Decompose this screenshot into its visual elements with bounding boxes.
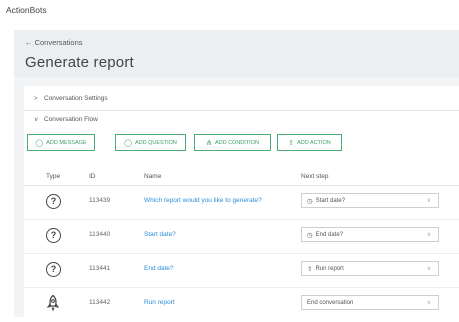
section-label: Conversation Settings <box>44 95 108 102</box>
section-conversation-flow[interactable]: ∨ Conversation Flow <box>34 116 98 123</box>
button-label: ADD CONDITION <box>214 139 259 146</box>
branch-icon: ⋔ <box>206 139 212 147</box>
next-step-value: End conversation <box>307 299 354 306</box>
column-header-type: Type <box>46 173 61 180</box>
clock-icon: ◷ <box>307 197 313 205</box>
table-row: ? 113441 End date? ⇧ Run report ∨ <box>24 254 459 288</box>
table-row: ? 113439 Which report would you like to … <box>24 186 459 220</box>
add-message-button[interactable]: ◯ ADD MESSAGE <box>27 134 95 151</box>
button-label: ADD MESSAGE <box>46 139 87 146</box>
row-name-link[interactable]: End date? <box>144 265 174 272</box>
add-condition-button[interactable]: ⋔ ADD CONDITION <box>194 134 271 151</box>
rocket-icon: ⇧ <box>307 265 313 273</box>
row-id: 113442 <box>89 299 111 306</box>
question-icon: ? <box>46 194 61 209</box>
column-header-name: Name <box>144 173 162 180</box>
table-row: ? 113440 Start date? ◷ End date? ∨ <box>24 220 459 254</box>
add-question-button[interactable]: ◯ ADD QUESTION <box>115 134 186 151</box>
next-step-select[interactable]: ◷ End date? ∨ <box>301 227 439 242</box>
add-action-button[interactable]: ⇧ ADD ACTION <box>277 134 342 151</box>
app-title: ActionBots <box>6 5 47 15</box>
row-id: 113440 <box>89 231 111 238</box>
chevron-down-icon: ∨ <box>426 198 431 204</box>
chevron-right-icon: > <box>34 96 38 102</box>
question-icon: ◯ <box>124 139 132 147</box>
row-name-link[interactable]: Which report would you like to generate? <box>144 197 262 204</box>
next-step-value: Run report <box>315 265 344 272</box>
page-header: ← Conversations Generate report <box>14 30 459 77</box>
section-conversation-settings[interactable]: > Conversation Settings <box>34 95 108 102</box>
rocket-icon: ⇧ <box>288 139 295 147</box>
chevron-down-icon: ∨ <box>426 232 431 238</box>
question-icon: ? <box>46 262 61 277</box>
next-step-select[interactable]: End conversation ∨ <box>301 295 439 310</box>
clock-icon: ◷ <box>307 231 313 239</box>
chevron-down-icon: ∨ <box>426 300 431 306</box>
top-bar: ActionBots <box>0 0 459 26</box>
button-label: ADD ACTION <box>297 139 331 146</box>
row-name-link[interactable]: Run report <box>144 299 175 306</box>
section-label: Conversation Flow <box>44 116 98 123</box>
button-label: ADD QUESTION <box>134 139 177 146</box>
next-step-select[interactable]: ⇧ Run report ∨ <box>301 261 439 276</box>
next-step-select[interactable]: ◷ Start date? ∨ <box>301 193 439 208</box>
flow-card: > Conversation Settings ∨ Conversation Flo… <box>24 86 459 317</box>
back-link[interactable]: ← Conversations <box>25 38 83 47</box>
column-header-next-step: Next step <box>301 173 329 180</box>
chevron-down-icon: ∨ <box>34 117 39 123</box>
message-icon: ◯ <box>35 139 44 147</box>
divider <box>24 110 459 111</box>
rocket-icon <box>46 294 60 312</box>
row-id: 113441 <box>89 265 111 272</box>
question-icon: ? <box>46 228 61 243</box>
column-header-id: ID <box>89 173 96 180</box>
page-title: Generate report <box>25 54 134 71</box>
next-step-value: End date? <box>315 231 344 238</box>
row-name-link[interactable]: Start date? <box>144 231 176 238</box>
chevron-down-icon: ∨ <box>426 266 431 272</box>
row-id: 113439 <box>89 197 111 204</box>
next-step-value: Start date? <box>315 197 346 204</box>
